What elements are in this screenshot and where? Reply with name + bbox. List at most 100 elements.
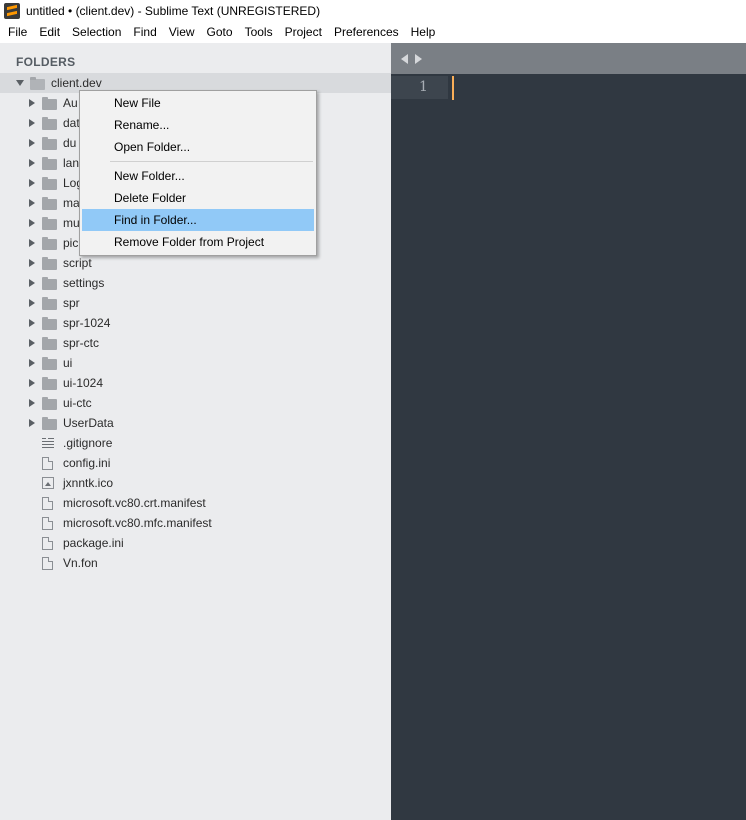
tree-file-label: microsoft.vc80.mfc.manifest (63, 516, 212, 530)
menu-item-open-folder[interactable]: Open Folder... (82, 136, 314, 158)
tab-bar (391, 43, 746, 74)
menu-edit[interactable]: Edit (33, 22, 66, 43)
disclosure-collapsed-icon[interactable] (29, 319, 35, 327)
disclosure-collapsed-icon[interactable] (29, 339, 35, 347)
tree-folder-label: ma (63, 196, 80, 210)
tree-file[interactable]: package.ini (0, 533, 391, 553)
tree-folder[interactable]: UserData (0, 413, 391, 433)
tree-file-label: config.ini (63, 456, 111, 470)
disclosure-collapsed-icon[interactable] (29, 279, 35, 287)
context-menu: New File Rename... Open Folder... New Fo… (79, 90, 317, 256)
folder-icon (42, 337, 57, 350)
disclosure-collapsed-icon[interactable] (29, 159, 35, 167)
tree-folder-label: ui (63, 356, 73, 370)
disclosure-collapsed-icon[interactable] (29, 179, 35, 187)
tree-folder-label: pic (63, 236, 79, 250)
tree-folder-label: ui-1024 (63, 376, 104, 390)
menu-help[interactable]: Help (405, 22, 442, 43)
tree-folder[interactable]: ui-ctc (0, 393, 391, 413)
folders-header: FOLDERS (16, 55, 76, 69)
menu-file[interactable]: File (2, 22, 33, 43)
tree-folder[interactable]: ui (0, 353, 391, 373)
folder-icon (42, 157, 57, 170)
disclosure-collapsed-icon[interactable] (29, 399, 35, 407)
tree-folder[interactable]: spr (0, 293, 391, 313)
tree-file[interactable]: microsoft.vc80.crt.manifest (0, 493, 391, 513)
tree-file-label: Vn.fon (63, 556, 98, 570)
tree-folder[interactable]: spr-1024 (0, 313, 391, 333)
disclosure-expanded-icon[interactable] (16, 80, 24, 86)
menu-find[interactable]: Find (127, 22, 162, 43)
menu-view[interactable]: View (163, 22, 201, 43)
folder-icon (42, 397, 57, 410)
tree-folder-label: du (63, 136, 77, 150)
tab-scroll-left-icon[interactable] (401, 54, 408, 64)
folder-icon (42, 177, 57, 190)
disclosure-collapsed-icon[interactable] (29, 359, 35, 367)
menu-goto[interactable]: Goto (201, 22, 239, 43)
tree-folder[interactable]: script (0, 253, 391, 273)
menu-item-find-in-folder[interactable]: Find in Folder... (82, 209, 314, 231)
tree-folder[interactable]: settings (0, 273, 391, 293)
sublime-text-logo-icon (4, 3, 20, 19)
tree-file[interactable]: config.ini (0, 453, 391, 473)
menu-tools[interactable]: Tools (239, 22, 279, 43)
tree-folder-label: ui-ctc (63, 396, 92, 410)
disclosure-collapsed-icon[interactable] (29, 379, 35, 387)
menu-preferences[interactable]: Preferences (328, 22, 405, 43)
tree-folder-label: settings (63, 276, 105, 290)
disclosure-collapsed-icon[interactable] (29, 299, 35, 307)
tree-file-label: microsoft.vc80.crt.manifest (63, 496, 206, 510)
editor-pane[interactable]: 1 (391, 43, 746, 820)
folder-icon (42, 117, 57, 130)
file-icon (42, 557, 53, 570)
tree-folder[interactable]: ui-1024 (0, 373, 391, 393)
folder-icon (42, 317, 57, 330)
file-icon (42, 517, 53, 530)
disclosure-collapsed-icon[interactable] (29, 419, 35, 427)
file-icon (42, 497, 53, 510)
menu-project[interactable]: Project (279, 22, 328, 43)
menu-item-rename[interactable]: Rename... (82, 114, 314, 136)
tree-folder-label: Au (63, 96, 78, 110)
tree-folder[interactable]: spr-ctc (0, 333, 391, 353)
tree-file[interactable]: .gitignore (0, 433, 391, 453)
tree-folder-label: UserData (63, 416, 114, 430)
tree-file[interactable]: Vn.fon (0, 553, 391, 573)
disclosure-collapsed-icon[interactable] (29, 219, 35, 227)
menu-selection[interactable]: Selection (66, 22, 127, 43)
disclosure-collapsed-icon[interactable] (29, 99, 35, 107)
tree-folder-label: mu (63, 216, 80, 230)
menu-item-delete-folder[interactable]: Delete Folder (82, 187, 314, 209)
menu-item-remove-folder[interactable]: Remove Folder from Project (82, 231, 314, 253)
folder-icon (42, 297, 57, 310)
open-folder-icon (30, 77, 45, 90)
menu-item-new-file[interactable]: New File (82, 92, 314, 114)
file-icon (42, 537, 53, 550)
tree-folder-label: spr (63, 296, 80, 310)
image-icon (42, 477, 54, 489)
folder-icon (42, 97, 57, 110)
disclosure-collapsed-icon[interactable] (29, 139, 35, 147)
tab-scroll-right-icon[interactable] (415, 54, 422, 64)
folder-icon (42, 137, 57, 150)
line-number: 1 (419, 79, 428, 95)
disclosure-collapsed-icon[interactable] (29, 199, 35, 207)
tree-folder-label: lan (63, 156, 80, 170)
tree-file-label: package.ini (63, 536, 124, 550)
window-title: untitled • (client.dev) - Sublime Text (… (26, 4, 321, 18)
disclosure-collapsed-icon[interactable] (29, 119, 35, 127)
disclosure-collapsed-icon[interactable] (29, 239, 35, 247)
tree-folder-label: dat (63, 116, 80, 130)
folder-icon (42, 257, 57, 270)
menu-separator (110, 161, 313, 162)
folder-icon (42, 217, 57, 230)
menu-item-new-folder[interactable]: New Folder... (82, 165, 314, 187)
disclosure-collapsed-icon[interactable] (29, 259, 35, 267)
folder-icon (42, 277, 57, 290)
file-icon (42, 457, 53, 470)
tree-file-label: .gitignore (63, 436, 113, 450)
tree-file[interactable]: microsoft.vc80.mfc.manifest (0, 513, 391, 533)
title-bar: untitled • (client.dev) - Sublime Text (… (0, 0, 746, 22)
tree-file[interactable]: jxnntk.ico (0, 473, 391, 493)
